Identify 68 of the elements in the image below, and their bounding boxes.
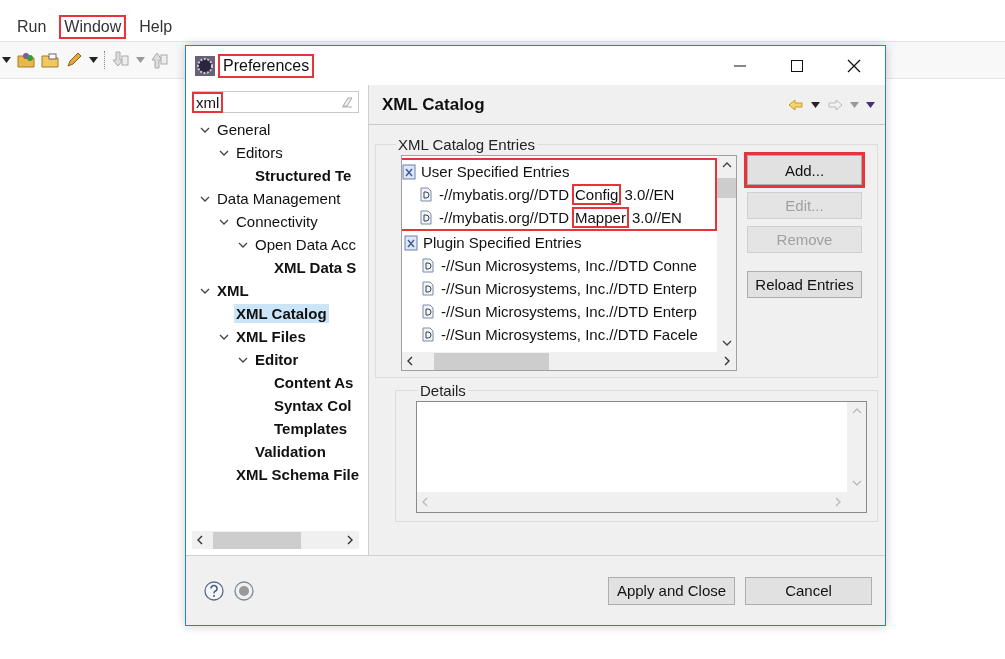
- gear-icon: [195, 55, 215, 76]
- scrollbar-thumb[interactable]: [213, 531, 301, 549]
- tree-item[interactable]: XML Schema File: [234, 465, 362, 484]
- window-title: Preferences: [218, 53, 315, 78]
- record-icon[interactable]: [234, 580, 254, 601]
- catalog-icon: [402, 163, 416, 180]
- tree-item[interactable]: XML Files: [234, 327, 308, 346]
- tree-item[interactable]: XML Catalog: [234, 304, 329, 323]
- menu-item[interactable]: Run: [12, 15, 52, 39]
- tree-item[interactable]: Editor: [253, 350, 301, 369]
- dropdown-caret-icon[interactable]: [811, 101, 820, 108]
- document-icon: [420, 210, 432, 225]
- entry-text[interactable]: -//Sun Microsystems, Inc.//DTD Enterp: [438, 301, 700, 322]
- entry-text[interactable]: -//Sun Microsystems, Inc.//DTD Facele: [438, 324, 701, 345]
- help-icon[interactable]: [204, 580, 224, 601]
- tree-item[interactable]: Editors: [234, 143, 285, 162]
- dialog-button[interactable]: Cancel: [745, 576, 872, 605]
- entry-text[interactable]: -//Sun Microsystems, Inc.//DTD Conne: [438, 255, 700, 276]
- entry-text[interactable]: -//mybatis.org//DTD: [436, 207, 573, 228]
- document-icon: [420, 187, 432, 202]
- dialog-button[interactable]: Apply and Close: [608, 576, 735, 605]
- maximize-icon[interactable]: [790, 58, 804, 73]
- list-group-item[interactable]: User Specified Entries: [421, 163, 570, 180]
- pen-icon[interactable]: [65, 52, 83, 68]
- entry-text[interactable]: Mapper: [572, 207, 629, 228]
- scrollbar-thumb[interactable]: [717, 178, 736, 198]
- entry-text[interactable]: -//mybatis.org//DTD: [436, 184, 573, 205]
- folder-icon[interactable]: [17, 52, 35, 68]
- tree-item[interactable]: Data Management: [215, 189, 343, 208]
- action-button[interactable]: Reload Entries: [747, 271, 862, 298]
- vertical-scrollbar[interactable]: [717, 156, 736, 352]
- menu-item[interactable]: Help: [134, 15, 178, 39]
- close-icon[interactable]: [847, 58, 861, 73]
- filter-text: xml: [192, 91, 224, 113]
- filter-field[interactable]: xml: [192, 91, 359, 113]
- list-group-item[interactable]: Plugin Specified Entries: [423, 234, 582, 251]
- action-button[interactable]: Add...: [747, 155, 862, 185]
- tree-item[interactable]: Structured Te: [253, 166, 354, 185]
- entry-text[interactable]: 3.0//EN: [628, 207, 685, 228]
- tree-item[interactable]: XML Data S: [272, 258, 359, 277]
- horizontal-scrollbar[interactable]: [402, 352, 736, 370]
- entry-text[interactable]: -//Sun Microsystems, Inc.//DTD Enterp: [438, 278, 700, 299]
- group-label: Details: [419, 382, 467, 399]
- document-icon: [422, 304, 434, 319]
- catalog-icon: [404, 234, 418, 251]
- menu-item[interactable]: Window: [59, 15, 127, 39]
- group-label: XML Catalog Entries: [397, 136, 536, 153]
- tree-item[interactable]: Content As: [272, 373, 356, 392]
- tree-item[interactable]: Open Data Acc: [253, 235, 358, 254]
- tree-item[interactable]: Connectivity: [234, 212, 320, 231]
- tree-item[interactable]: Syntax Col: [272, 396, 354, 415]
- catalog-list[interactable]: [401, 155, 737, 371]
- horizontal-scrollbar[interactable]: [192, 531, 359, 549]
- tree-item[interactable]: General: [215, 120, 273, 139]
- entry-text[interactable]: 3.0//EN: [621, 184, 678, 205]
- folder-icon[interactable]: [41, 52, 59, 68]
- tree-item[interactable]: XML: [215, 281, 251, 300]
- document-icon: [422, 327, 434, 342]
- menu-caret-icon[interactable]: [866, 101, 875, 108]
- dropdown-caret-icon[interactable]: [89, 57, 98, 63]
- tree-item[interactable]: Validation: [253, 442, 328, 461]
- document-icon: [422, 258, 434, 273]
- dropdown-caret-icon[interactable]: [2, 57, 11, 63]
- page-title: XML Catalog: [382, 94, 485, 115]
- tree-item[interactable]: Templates: [272, 419, 350, 438]
- entry-text[interactable]: Config: [572, 184, 622, 205]
- scrollbar-thumb[interactable]: [434, 352, 549, 370]
- document-icon: [422, 281, 434, 296]
